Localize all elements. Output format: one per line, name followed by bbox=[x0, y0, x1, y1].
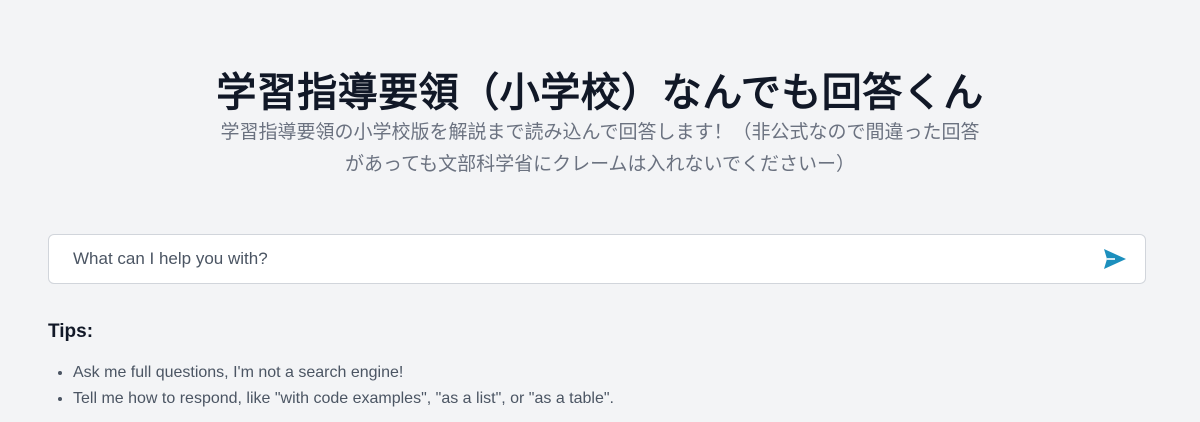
send-button[interactable] bbox=[1103, 247, 1129, 271]
tips-heading: Tips: bbox=[48, 321, 94, 342]
search-input[interactable] bbox=[73, 235, 1073, 283]
tip-item: Tell me how to respond, like "with code … bbox=[73, 386, 614, 412]
send-icon bbox=[1103, 248, 1129, 270]
page-subtitle: 学習指導要領の小学校版を解説まで読み込んで回答します！（非公式なので間違った回答… bbox=[220, 121, 980, 175]
search-box bbox=[48, 234, 1146, 284]
page-title: 学習指導要領（小学校）なんでも回答くん bbox=[216, 69, 984, 116]
tips-list: Ask me full questions, I'm not a search … bbox=[48, 360, 614, 412]
tip-item: Ask me full questions, I'm not a search … bbox=[73, 360, 614, 386]
